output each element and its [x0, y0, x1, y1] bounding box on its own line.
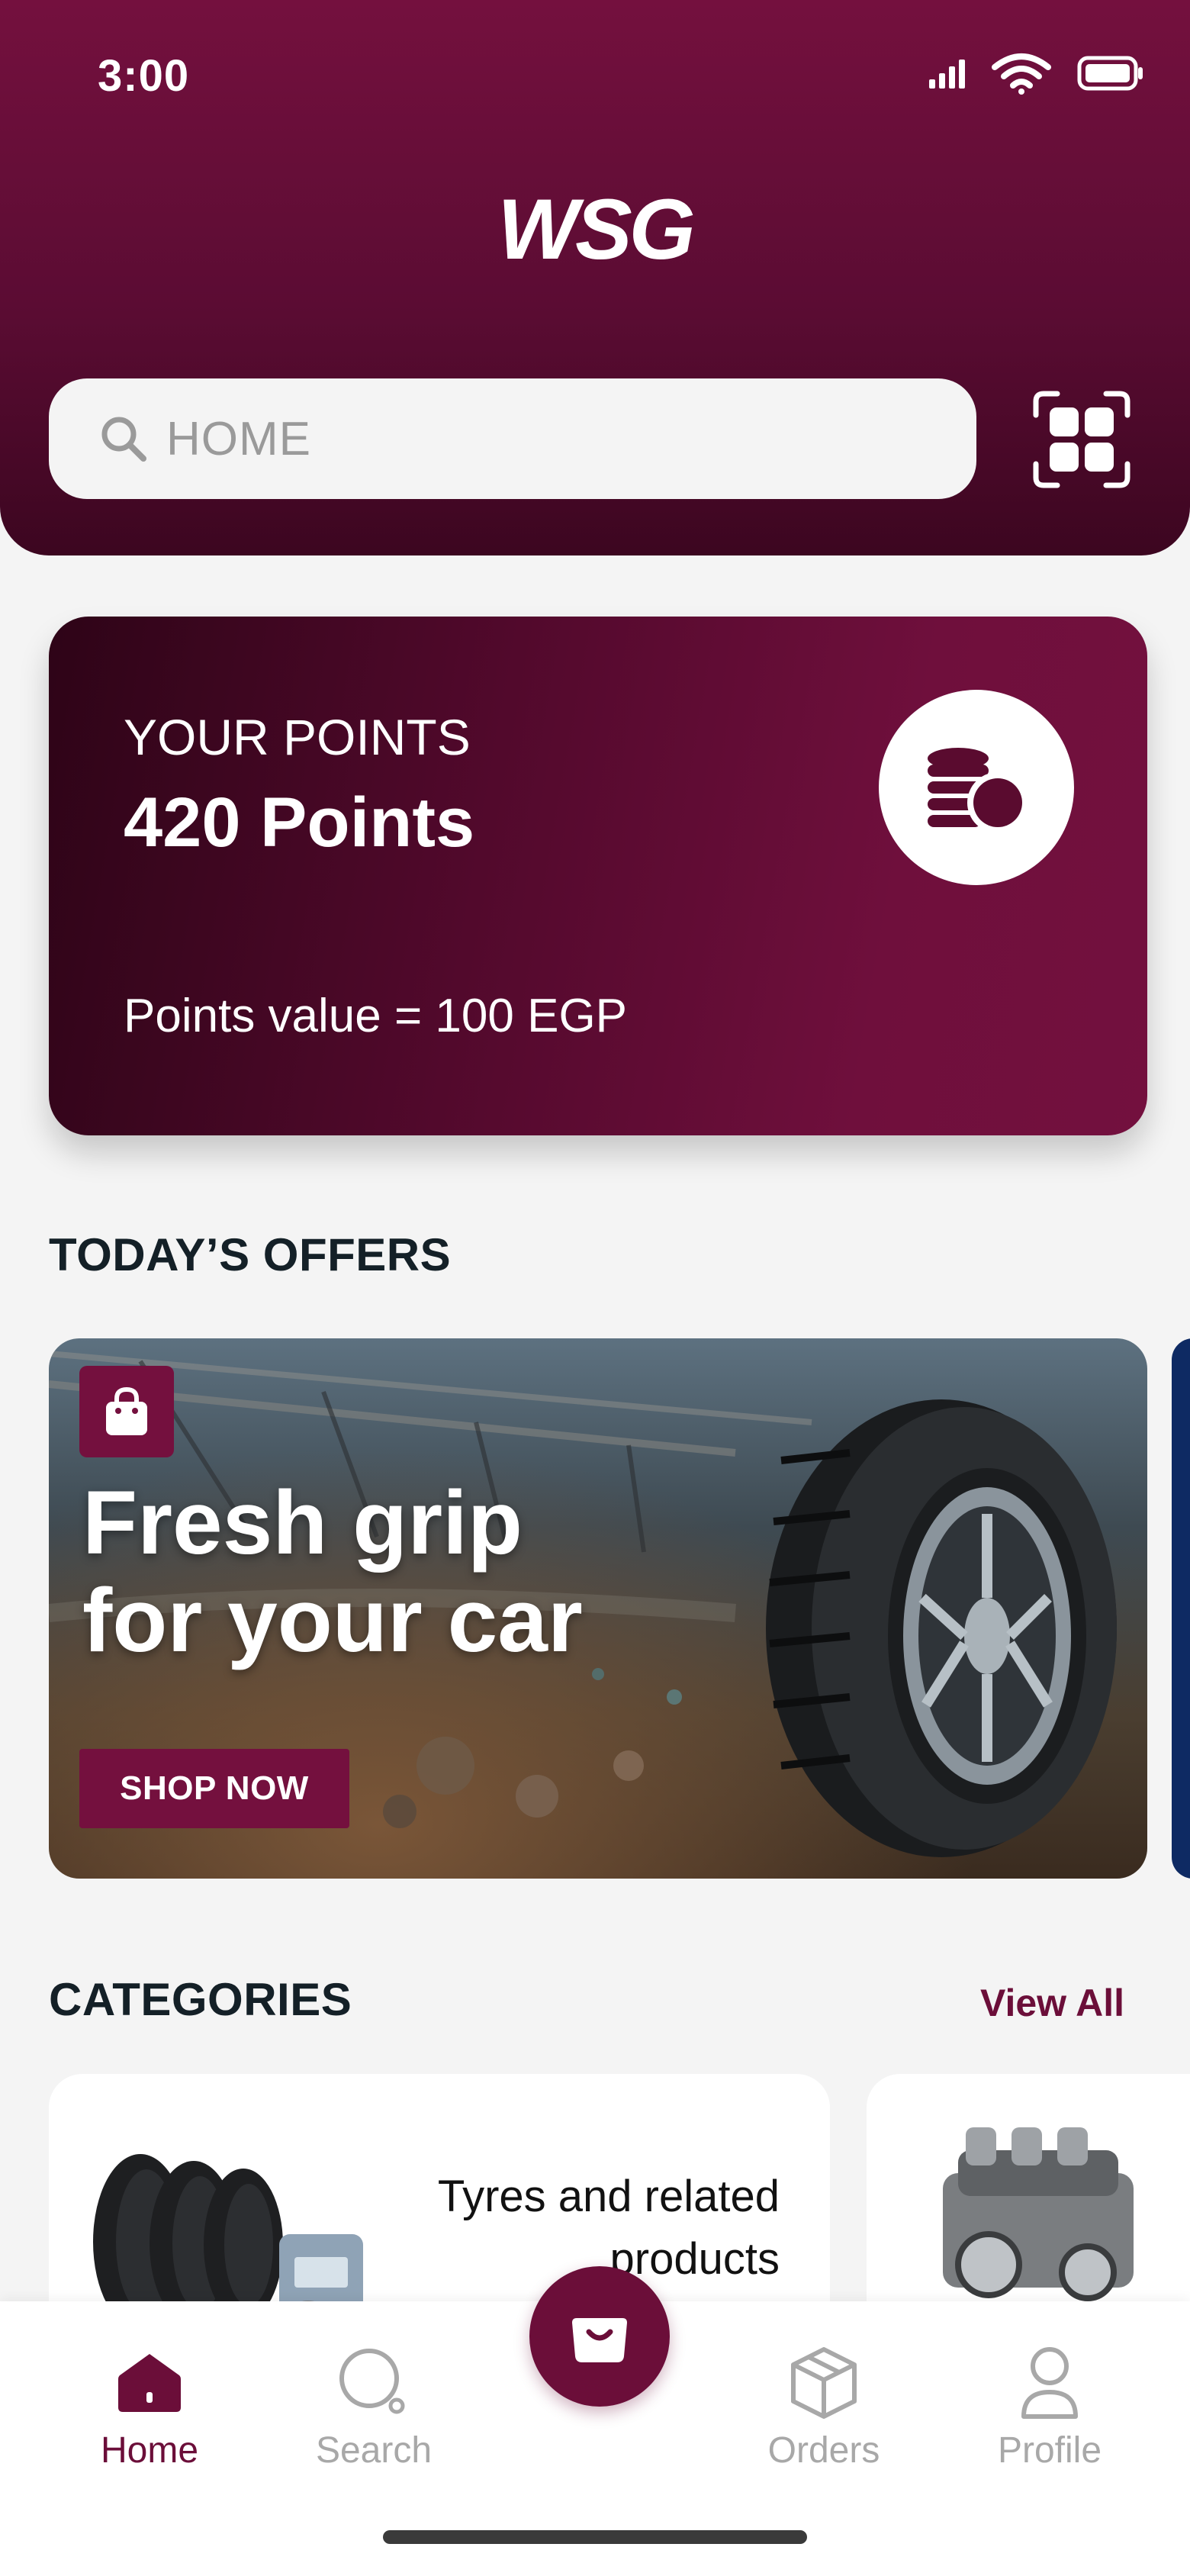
tyre-illustration: [766, 1399, 1117, 1857]
nav-item-search[interactable]: Search: [267, 2341, 481, 2471]
nav-label-profile: Profile: [997, 2430, 1102, 2471]
points-card[interactable]: YOUR POINTS 420 Points Points value = 10…: [49, 617, 1147, 1135]
wifi-icon: [992, 53, 1051, 95]
next-offer-banner-peek[interactable]: [1172, 1338, 1190, 1879]
qr-scan-icon: [1033, 391, 1130, 488]
offers-title: TODAY’S OFFERS: [49, 1229, 452, 1280]
nav-item-home[interactable]: Home: [43, 2341, 256, 2471]
home-indicator: [383, 2530, 807, 2544]
search-input[interactable]: HOME: [49, 378, 976, 499]
points-worth: Points value = 100 EGP: [124, 990, 628, 1042]
view-all-link[interactable]: View All: [980, 1981, 1124, 2025]
battery-icon: [1077, 56, 1143, 91]
qr-scan-button[interactable]: [1031, 389, 1132, 490]
nav-label-home: Home: [100, 2430, 199, 2471]
category-label: Tyres and related products: [437, 2172, 780, 2284]
nav-item-profile[interactable]: Profile: [943, 2341, 1156, 2471]
cart-button[interactable]: [529, 2266, 670, 2407]
user-icon: [1021, 2347, 1078, 2419]
nav-label-search: Search: [315, 2430, 433, 2471]
search-icon: [339, 2349, 405, 2414]
cart-bag-icon: [572, 2318, 627, 2362]
status-time: 3:00: [98, 51, 190, 101]
nav-item-orders[interactable]: Orders: [717, 2341, 931, 2471]
coins-badge: [879, 690, 1074, 885]
app-header: 3:00 WSG HOME: [0, 0, 1190, 555]
status-icons: [928, 52, 1144, 95]
search-icon: [101, 417, 146, 462]
search-placeholder: HOME: [166, 412, 311, 465]
shopping-bag-badge: [79, 1366, 174, 1457]
offer-banner[interactable]: Fresh grip for your car SHOP NOW: [49, 1338, 1147, 1879]
coins-icon: [928, 748, 1028, 833]
brand-logo: WSG: [497, 182, 696, 277]
signal-icon: [929, 60, 965, 89]
shopping-bag-icon: [106, 1386, 147, 1435]
points-label: YOUR POINTS: [124, 709, 471, 765]
nav-label-orders: Orders: [767, 2430, 880, 2471]
home-icon: [118, 2354, 181, 2412]
points-value: 420 Points: [124, 784, 475, 861]
banner-headline-line1: Fresh grip: [82, 1473, 523, 1573]
categories-title: CATEGORIES: [49, 1974, 352, 2025]
box-icon: [791, 2347, 857, 2419]
banner-headline: Fresh grip for your car: [82, 1474, 708, 1670]
banner-headline-line2: for your car: [82, 1570, 583, 1671]
shop-now-button[interactable]: SHOP NOW: [79, 1749, 349, 1828]
